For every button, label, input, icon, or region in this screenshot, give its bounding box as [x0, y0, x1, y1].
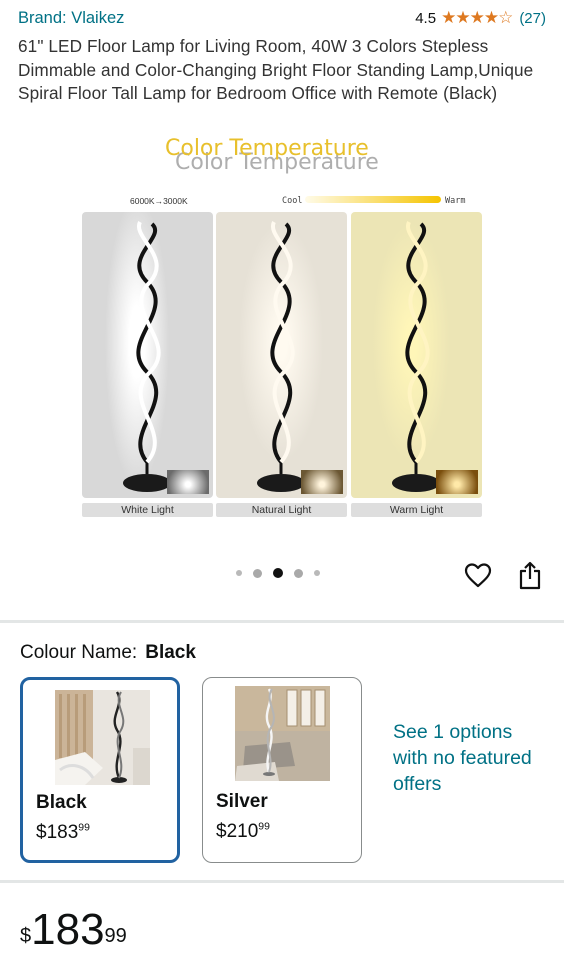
variant-option-black[interactable]: Black $18399	[20, 677, 180, 863]
price-whole: 183	[46, 822, 79, 843]
star-icon: ★	[455, 8, 470, 27]
price-fraction: 99	[258, 821, 270, 833]
panel-caption: White Light	[82, 503, 213, 517]
spiral-lamp-illustration	[123, 221, 171, 492]
carousel-dot[interactable]	[236, 570, 242, 576]
variant-option-silver[interactable]: Silver $21099	[202, 677, 362, 863]
colour-name-label: Colour Name:	[20, 642, 138, 663]
lamp-panel-white	[82, 212, 213, 498]
star-rating-icon: ★ ★ ★ ★ ☆	[441, 8, 513, 28]
currency-symbol: $	[20, 925, 32, 947]
review-count-link[interactable]: (27)	[519, 10, 546, 27]
currency-symbol: $	[36, 822, 47, 843]
room-lamp-image	[55, 690, 150, 785]
price-fraction: 99	[78, 822, 90, 834]
colour-name-value: Black	[145, 642, 196, 663]
spiral-lamp-illustration	[392, 221, 440, 492]
product-title: 61" LED Floor Lamp for Living Room, 40W …	[18, 36, 534, 103]
lamp-panel-warm	[351, 212, 482, 498]
room-lamp-image	[235, 686, 330, 781]
cool-label: Cool	[282, 196, 303, 206]
section-divider	[0, 880, 564, 883]
carousel-dot-active[interactable]	[273, 568, 283, 578]
share-icon[interactable]	[517, 560, 543, 590]
image-heading: Color Temperature	[165, 136, 369, 161]
spiral-lamp-illustration	[257, 221, 305, 492]
kelvin-range-label: 6000K→3000K	[130, 196, 188, 206]
brand-link[interactable]: Brand: Vlaikez	[18, 9, 124, 28]
light-swatch	[167, 470, 209, 494]
variant-thumbnail	[55, 690, 150, 785]
warm-label: Warm	[445, 196, 466, 206]
heart-icon[interactable]	[464, 562, 492, 590]
variant-name: Silver	[216, 791, 268, 812]
section-divider	[0, 620, 564, 623]
main-price: $18399	[20, 905, 127, 955]
star-icon: ★	[483, 8, 499, 27]
rating-score: 4.5	[415, 9, 437, 27]
star-icon: ★	[441, 8, 456, 27]
rating-summary[interactable]: 4.5 ★ ★ ★ ★ ☆ (27)	[415, 8, 546, 28]
product-image-gallery[interactable]: Color Temperature Color Temperature 6000…	[0, 130, 564, 530]
see-options-link[interactable]: See 1 options with no featured offers	[393, 719, 543, 797]
variant-name: Black	[36, 792, 87, 813]
lamp-panel-natural	[216, 212, 347, 498]
brand-rating-row: Brand: Vlaikez 4.5 ★ ★ ★ ★ ☆ (27)	[18, 6, 546, 30]
variant-price: $21099	[216, 821, 270, 843]
product-header: Brand: Vlaikez 4.5 ★ ★ ★ ★ ☆ (27) 61" LE…	[18, 6, 546, 106]
variant-price: $18399	[36, 822, 90, 844]
carousel-dot[interactable]	[253, 568, 262, 578]
colour-name-row: Colour Name: Black	[20, 642, 196, 664]
carousel-dot[interactable]	[294, 568, 303, 578]
currency-symbol: $	[216, 821, 227, 842]
variant-thumbnail	[235, 686, 330, 781]
light-swatch	[436, 470, 478, 494]
carousel-dot[interactable]	[314, 570, 320, 576]
panel-caption: Warm Light	[351, 503, 482, 517]
price-fraction: 99	[104, 925, 127, 947]
price-whole: 210	[226, 821, 259, 842]
carousel-indicator[interactable]	[236, 568, 320, 578]
star-icon: ★	[469, 8, 485, 27]
light-swatch	[301, 470, 343, 494]
half-star-icon: ☆	[498, 8, 513, 27]
panel-caption: Natural Light	[216, 503, 347, 517]
temperature-gradient-bar	[305, 196, 441, 203]
price-whole: 183	[31, 905, 105, 954]
